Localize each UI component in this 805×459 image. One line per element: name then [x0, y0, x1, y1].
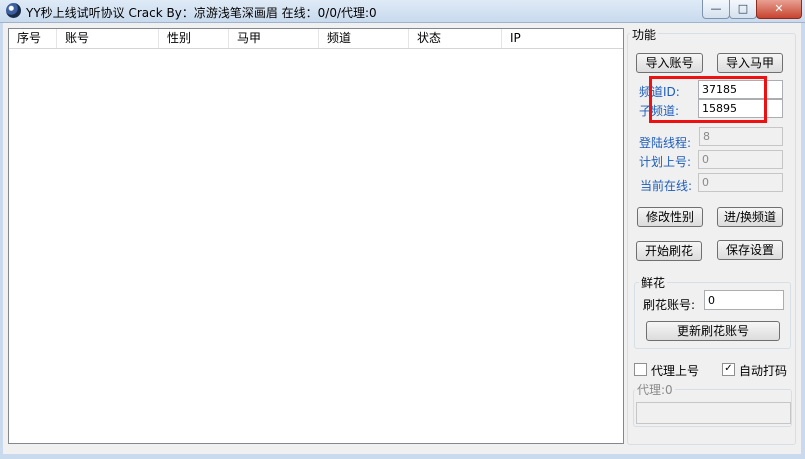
column-header-ip[interactable]: IP — [502, 29, 623, 48]
proxy-group-title: 代理:0 — [635, 381, 675, 398]
plan-login-label: 计划上号: — [639, 155, 692, 169]
minimize-button[interactable]: — — [702, 0, 730, 19]
checkmark-icon: ✓ — [724, 363, 733, 374]
close-button[interactable]: ✕ — [756, 0, 802, 19]
proxy-input[interactable] — [636, 402, 791, 424]
window-frame-left — [0, 23, 3, 459]
column-header-index[interactable]: 序号 — [9, 29, 57, 48]
account-list[interactable]: 序号 账号 性别 马甲 频道 状态 IP — [8, 28, 624, 444]
modify-gender-button[interactable]: 修改性别 — [637, 207, 703, 227]
list-header: 序号 账号 性别 马甲 频道 状态 IP — [9, 29, 623, 49]
enter-switch-channel-button[interactable]: 进/换频道 — [717, 207, 783, 227]
import-account-button[interactable]: 导入账号 — [636, 53, 703, 73]
highlight-box — [649, 76, 767, 123]
plan-login-input[interactable]: 0 — [698, 150, 783, 169]
proxy-login-checkbox[interactable] — [634, 363, 647, 376]
flower-group-title: 鲜花 — [639, 274, 668, 291]
maximize-button[interactable]: □ — [729, 0, 757, 19]
login-threads-input[interactable]: 8 — [699, 127, 783, 146]
function-panel-title: 功能 — [630, 26, 659, 43]
window-title: YY秒上线试听协议 Crack By：凉游浅笔深画眉 在线：0/0/代理:0 — [26, 6, 377, 20]
save-settings-button[interactable]: 保存设置 — [717, 240, 783, 260]
current-online-input[interactable]: 0 — [698, 173, 783, 192]
window-frame-right — [801, 23, 805, 459]
auto-captcha-label: 自动打码 — [739, 364, 788, 378]
proxy-login-label: 代理上号 — [651, 364, 700, 378]
start-flower-button[interactable]: 开始刷花 — [636, 241, 702, 261]
app-icon — [6, 3, 21, 18]
window-frame-bottom — [0, 454, 805, 459]
column-header-channel[interactable]: 频道 — [319, 29, 409, 48]
column-header-gender[interactable]: 性别 — [159, 29, 229, 48]
login-threads-label: 登陆线程: — [639, 136, 692, 150]
title-bar: YY秒上线试听协议 Crack By：凉游浅笔深画眉 在线：0/0/代理:0 —… — [0, 0, 805, 23]
column-header-status[interactable]: 状态 — [409, 29, 502, 48]
auto-captcha-checkbox[interactable]: ✓ — [722, 363, 735, 376]
column-header-account[interactable]: 账号 — [57, 29, 159, 48]
update-flower-account-button[interactable]: 更新刷花账号 — [646, 321, 780, 341]
column-header-vest[interactable]: 马甲 — [229, 29, 319, 48]
current-online-label: 当前在线: — [640, 179, 693, 193]
flower-account-input[interactable]: 0 — [704, 290, 784, 310]
flower-account-label: 刷花账号: — [643, 298, 696, 312]
import-vest-button[interactable]: 导入马甲 — [717, 53, 783, 73]
